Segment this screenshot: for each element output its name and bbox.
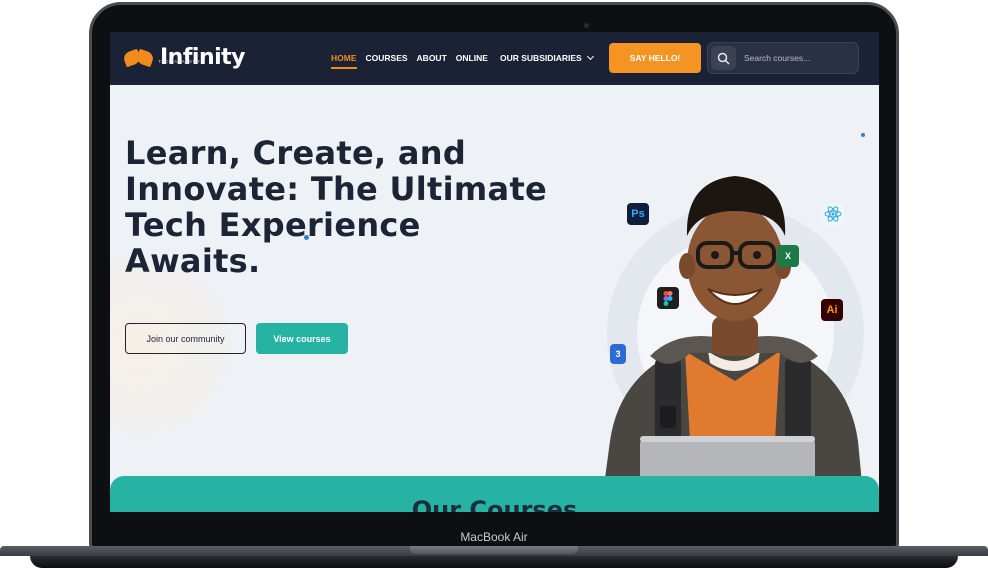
decorative-dot bbox=[304, 235, 309, 240]
student-illustration bbox=[600, 176, 865, 512]
figma-icon bbox=[657, 287, 679, 309]
react-icon bbox=[822, 203, 844, 225]
excel-icon: X bbox=[777, 245, 799, 267]
css3-icon: 3 bbox=[610, 344, 626, 364]
subsidiaries-label: OUR SUBSIDIARIES bbox=[500, 53, 582, 63]
courses-section-title: Our Courses bbox=[411, 496, 578, 512]
nav-online[interactable]: ONLINE bbox=[456, 53, 488, 63]
camera-icon bbox=[584, 23, 589, 28]
logo-text: Infinity bbox=[160, 45, 246, 70]
search-input[interactable] bbox=[744, 48, 854, 68]
nav-about[interactable]: ABOUT bbox=[417, 53, 447, 63]
search-bar bbox=[707, 42, 859, 74]
laptop-bottom bbox=[30, 556, 958, 568]
say-hello-button[interactable]: SAY HELLO! bbox=[609, 43, 701, 73]
logo-subtitle: TECH ACADEMY bbox=[158, 59, 201, 64]
decorative-dot bbox=[861, 133, 865, 137]
laptop-hinge bbox=[410, 546, 578, 554]
infinity-logo-icon bbox=[122, 47, 156, 69]
chevron-down-icon bbox=[586, 52, 594, 61]
join-community-button[interactable]: Join our community bbox=[125, 323, 246, 354]
photoshop-icon: Ps bbox=[627, 203, 649, 225]
laptop-base: MacBook Air bbox=[0, 527, 988, 568]
site-logo[interactable]: Infinity bbox=[122, 44, 246, 72]
main-nav: HOME COURSES ABOUT ONLINE bbox=[331, 53, 497, 69]
courses-section: Our Courses bbox=[110, 476, 879, 512]
model-label: MacBook Air bbox=[460, 530, 528, 544]
nav-subsidiaries-dropdown[interactable]: OUR SUBSIDIARIES bbox=[500, 52, 594, 63]
nav-courses[interactable]: COURSES bbox=[366, 53, 408, 63]
illustrator-icon: Ai bbox=[821, 299, 843, 321]
hero-title: Learn, Create, and Innovate: The Ultimat… bbox=[125, 134, 548, 280]
search-icon[interactable] bbox=[711, 46, 736, 70]
hero-section: Learn, Create, and Innovate: The Ultimat… bbox=[110, 85, 879, 512]
browser-viewport: Infinity TECH ACADEMY HOME COURSES ABOUT… bbox=[110, 32, 879, 512]
view-courses-button[interactable]: View courses bbox=[256, 323, 348, 354]
site-header: Infinity TECH ACADEMY HOME COURSES ABOUT… bbox=[110, 32, 879, 85]
nav-home[interactable]: HOME bbox=[331, 53, 357, 69]
